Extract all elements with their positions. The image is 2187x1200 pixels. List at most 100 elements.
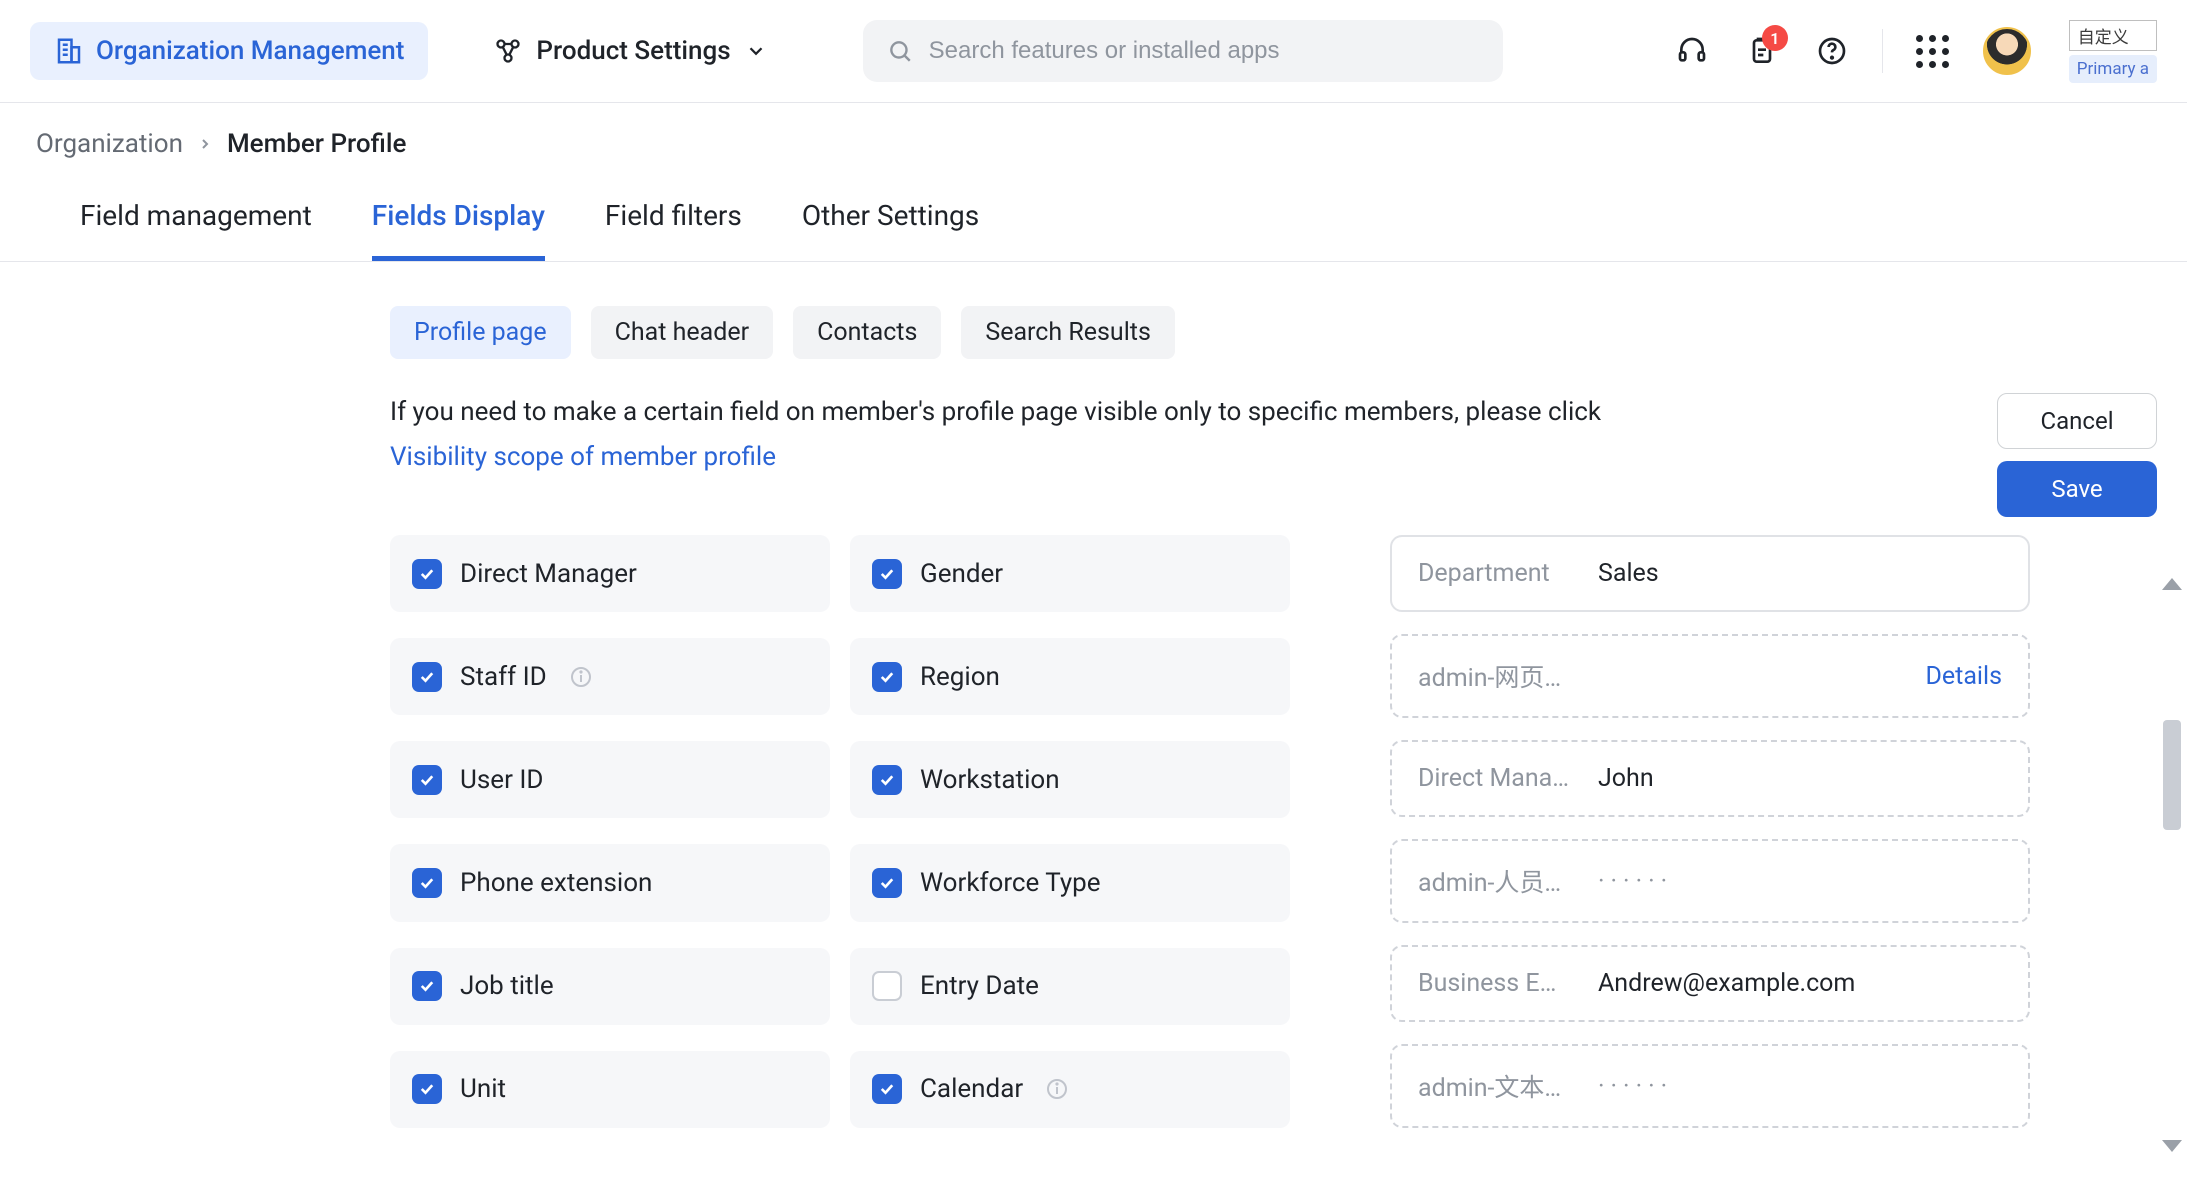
corner-tag[interactable]: 自定义 xyxy=(2069,20,2157,51)
preview-label: admin-网页… xyxy=(1418,658,1588,694)
field-label: Phone extension xyxy=(460,868,652,898)
preview-row-department[interactable]: Department Sales xyxy=(1390,535,2030,612)
tab-other-settings[interactable]: Other Settings xyxy=(802,179,979,261)
help-text-content: If you need to make a certain field on m… xyxy=(390,397,1601,427)
field-gender[interactable]: Gender xyxy=(850,535,1290,612)
nodes-icon xyxy=(494,37,522,65)
breadcrumb-root[interactable]: Organization xyxy=(36,129,183,159)
preview-row-admin-text[interactable]: admin-文本… ······ xyxy=(1390,1044,2030,1128)
tab-fields-display[interactable]: Fields Display xyxy=(372,179,545,261)
org-management-pill[interactable]: Organization Management xyxy=(30,22,428,80)
preview-label: admin-人员… xyxy=(1418,863,1588,899)
subtabs: Profile page Chat header Contacts Search… xyxy=(0,306,2187,359)
tabs: Field management Fields Display Field fi… xyxy=(0,179,2187,262)
preview-value: ······ xyxy=(1598,1072,1673,1101)
field-calendar[interactable]: Calendar xyxy=(850,1051,1290,1128)
field-label: Direct Manager xyxy=(460,559,637,589)
info-icon[interactable] xyxy=(1045,1077,1069,1101)
field-staff-id[interactable]: Staff ID xyxy=(390,638,830,715)
check-icon xyxy=(878,874,896,892)
field-label: Entry Date xyxy=(920,971,1039,1001)
save-button[interactable]: Save xyxy=(1997,461,2157,517)
check-icon xyxy=(418,771,436,789)
topbar-icons: 1 自定义 Primary a xyxy=(1672,20,2157,83)
checkbox[interactable] xyxy=(872,662,902,692)
field-label: Staff ID xyxy=(460,662,547,692)
checkbox[interactable] xyxy=(872,1074,902,1104)
field-workforce-type[interactable]: Workforce Type xyxy=(850,844,1290,921)
cancel-button[interactable]: Cancel xyxy=(1997,393,2157,449)
checkbox[interactable] xyxy=(872,868,902,898)
product-settings-dropdown[interactable]: Product Settings xyxy=(476,36,784,66)
subtab-profile-page[interactable]: Profile page xyxy=(390,306,571,359)
check-icon xyxy=(418,668,436,686)
field-region[interactable]: Region xyxy=(850,638,1290,715)
field-workstation[interactable]: Workstation xyxy=(850,741,1290,818)
check-icon xyxy=(418,1080,436,1098)
field-unit[interactable]: Unit xyxy=(390,1051,830,1128)
field-phone-extension[interactable]: Phone extension xyxy=(390,844,830,921)
subtab-search-results[interactable]: Search Results xyxy=(961,306,1175,359)
search-input[interactable] xyxy=(929,37,1479,65)
headset-button[interactable] xyxy=(1672,31,1712,71)
check-icon xyxy=(878,1080,896,1098)
visibility-scope-link[interactable]: Visibility scope of member profile xyxy=(390,438,776,477)
tasks-button[interactable]: 1 xyxy=(1742,31,1782,71)
checkbox[interactable] xyxy=(412,868,442,898)
preview-value: John xyxy=(1598,764,1654,793)
corner-tags: 自定义 Primary a xyxy=(2069,20,2157,83)
preview-row-direct-manager[interactable]: Direct Mana… John xyxy=(1390,740,2030,817)
preview-row-admin-person[interactable]: admin-人员… ······ xyxy=(1390,839,2030,923)
field-job-title[interactable]: Job title xyxy=(390,948,830,1025)
checkbox[interactable] xyxy=(872,971,902,1001)
org-management-label: Organization Management xyxy=(96,36,404,66)
search-box[interactable] xyxy=(863,20,1503,82)
subtab-chat-header[interactable]: Chat header xyxy=(591,306,773,359)
corner-badge[interactable]: Primary a xyxy=(2069,55,2157,83)
preview-value: Sales xyxy=(1598,559,1659,588)
tab-field-management[interactable]: Field management xyxy=(80,179,312,261)
preview-label: Direct Mana… xyxy=(1418,764,1588,793)
apps-grid-button[interactable] xyxy=(1913,31,1953,71)
preview-row-business-email[interactable]: Business E… Andrew@example.com xyxy=(1390,945,2030,1022)
tab-field-filters[interactable]: Field filters xyxy=(605,179,742,261)
help-text: If you need to make a certain field on m… xyxy=(390,393,1601,477)
field-label: Job title xyxy=(460,971,554,1001)
checkbox[interactable] xyxy=(412,1074,442,1104)
help-icon xyxy=(1816,35,1848,67)
breadcrumb-current: Member Profile xyxy=(227,129,406,159)
check-icon xyxy=(418,565,436,583)
info-icon[interactable] xyxy=(569,665,593,689)
headset-icon xyxy=(1676,35,1708,67)
scroll-down-arrow[interactable] xyxy=(2162,1140,2182,1152)
chevron-down-icon xyxy=(745,40,767,62)
notification-badge: 1 xyxy=(1762,25,1788,51)
checkbox[interactable] xyxy=(872,559,902,589)
avatar[interactable] xyxy=(1983,27,2031,75)
scroll-up-arrow[interactable] xyxy=(2162,578,2182,590)
checkbox[interactable] xyxy=(872,765,902,795)
building-icon xyxy=(54,36,84,66)
preview-label: Department xyxy=(1418,559,1588,588)
checkbox[interactable] xyxy=(412,559,442,589)
chevron-right-icon xyxy=(197,136,213,152)
checkbox[interactable] xyxy=(412,765,442,795)
checkbox[interactable] xyxy=(412,971,442,1001)
preview-row-admin-web[interactable]: admin-网页… Details xyxy=(1390,634,2030,718)
field-label: Workforce Type xyxy=(920,868,1101,898)
field-label: Gender xyxy=(920,559,1003,589)
checkbox[interactable] xyxy=(412,662,442,692)
preview-details-link[interactable]: Details xyxy=(1925,662,2002,691)
check-icon xyxy=(878,565,896,583)
help-button[interactable] xyxy=(1812,31,1852,71)
field-direct-manager[interactable]: Direct Manager xyxy=(390,535,830,612)
preview-label: Business E… xyxy=(1418,969,1588,998)
scrollbar-thumb[interactable] xyxy=(2163,720,2181,830)
subtab-contacts[interactable]: Contacts xyxy=(793,306,941,359)
topbar-divider xyxy=(1882,29,1883,73)
preview-label: admin-文本… xyxy=(1418,1068,1588,1104)
profile-preview: Department Sales admin-网页… Details Direc… xyxy=(1390,535,2030,1128)
field-user-id[interactable]: User ID xyxy=(390,741,830,818)
field-entry-date[interactable]: Entry Date xyxy=(850,948,1290,1025)
fields-grid: Direct Manager Gender Staff ID Region Us… xyxy=(390,535,1290,1128)
